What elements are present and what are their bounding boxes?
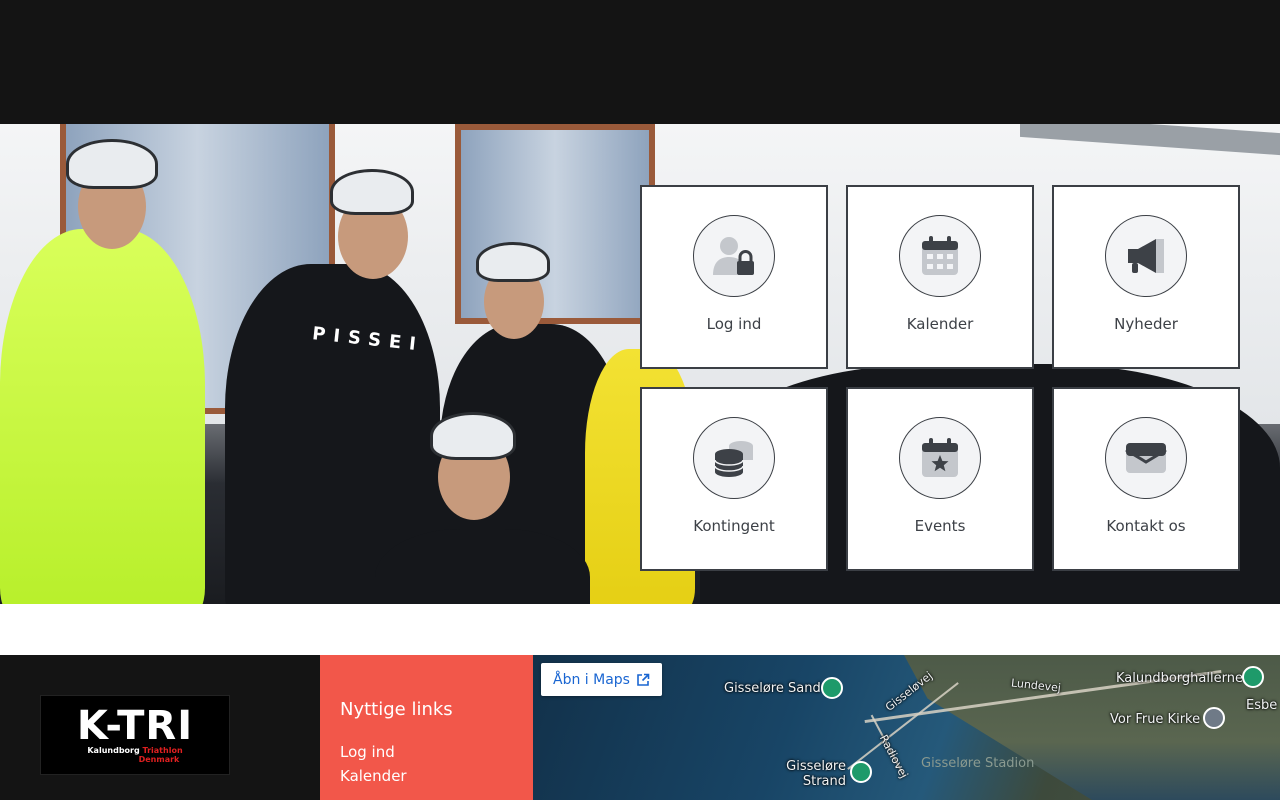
megaphone-icon	[1128, 239, 1164, 273]
rider-helmet	[476, 242, 550, 282]
tile-kalender[interactable]: Kalender	[846, 185, 1034, 369]
open-in-maps-button[interactable]: Åbn i Maps	[541, 663, 662, 696]
tile-icon-circle	[1105, 215, 1187, 297]
map-label-radiovej: Radiovej	[876, 732, 911, 781]
calendar-icon	[922, 236, 958, 275]
footer-link-kalender[interactable]: Kalender	[340, 764, 513, 788]
tile-nyheder[interactable]: Nyheder	[1052, 185, 1240, 369]
coins-icon	[714, 441, 753, 477]
rider-front-kneeling	[375, 529, 590, 604]
envelope-icon	[1125, 443, 1167, 473]
footer-link-log-ind[interactable]: Log ind	[340, 740, 513, 764]
quick-links-grid: Log ind Kalender Nyheder Kontingent Even…	[640, 185, 1240, 571]
rider-helmet	[430, 412, 516, 460]
top-header-bar	[0, 0, 1280, 124]
map-label-vor-frue-kirke: Vor Frue Kirke	[1110, 712, 1201, 727]
calendar-star-icon	[922, 438, 958, 477]
open-in-maps-label: Åbn i Maps	[553, 671, 630, 688]
map-label-kalundborghallerne: Kalundborghallerne	[1116, 671, 1243, 686]
tile-icon-circle	[1105, 417, 1187, 499]
tile-icon-circle	[899, 417, 981, 499]
external-link-icon	[637, 673, 650, 686]
tile-icon-circle	[693, 417, 775, 499]
user-lock-icon	[713, 237, 754, 275]
tile-label: Kontingent	[693, 517, 775, 535]
logo-line2-text: Denmark	[138, 755, 180, 764]
tile-label: Log ind	[706, 315, 762, 333]
tile-icon-circle	[693, 215, 775, 297]
tile-label: Events	[914, 517, 966, 535]
logo-line1-white: Kalundborg	[87, 746, 140, 755]
tile-log-ind[interactable]: Log ind	[640, 185, 828, 369]
footer-logo-panel: K-TRI Kalundborg Triathlon Denmark	[0, 655, 320, 800]
church-pin-icon[interactable]	[1203, 707, 1225, 729]
page-footer: K-TRI Kalundborg Triathlon Denmark Nytti…	[0, 655, 1280, 800]
sports-pin-icon[interactable]	[1242, 666, 1264, 688]
tile-label: Kontakt os	[1106, 517, 1186, 535]
map-label-esbe: Esbe	[1246, 698, 1278, 713]
map-label-gisselore-sand: Gisseløre Sand	[724, 681, 821, 696]
tile-kontakt-os[interactable]: Kontakt os	[1052, 387, 1240, 571]
logo-wordmark: K-TRI	[76, 703, 194, 749]
footer-links-list: Log ind Kalender	[340, 740, 513, 788]
tile-icon-circle	[899, 215, 981, 297]
tile-kontingent[interactable]: Kontingent	[640, 387, 828, 571]
footer-links-panel: Nyttige links Log ind Kalender	[320, 655, 533, 800]
tile-events[interactable]: Events	[846, 387, 1034, 571]
ktri-logo[interactable]: K-TRI Kalundborg Triathlon Denmark	[40, 695, 230, 775]
logo-subtitle: Kalundborg Triathlon	[87, 746, 182, 755]
logo-line2: Denmark	[91, 755, 180, 764]
map-label-gisselore-stadion: Gisseløre Stadion	[921, 756, 1035, 771]
rider-helmet	[330, 169, 414, 215]
tile-label: Nyheder	[1114, 315, 1178, 333]
rider-helmet	[66, 139, 158, 189]
rider-hi-vis	[0, 229, 205, 604]
embedded-map[interactable]: Gisseløre Sand Gisseløre Strand Gisselør…	[533, 655, 1280, 800]
beach-pin-icon[interactable]	[821, 677, 843, 699]
logo-line1-red: Triathlon	[142, 746, 183, 755]
tile-label: Kalender	[906, 315, 974, 333]
beach-pin-icon[interactable]	[850, 761, 872, 783]
map-label-gisselore-strand: Gisseløre Strand	[786, 759, 846, 789]
footer-links-title: Nyttige links	[340, 699, 453, 720]
